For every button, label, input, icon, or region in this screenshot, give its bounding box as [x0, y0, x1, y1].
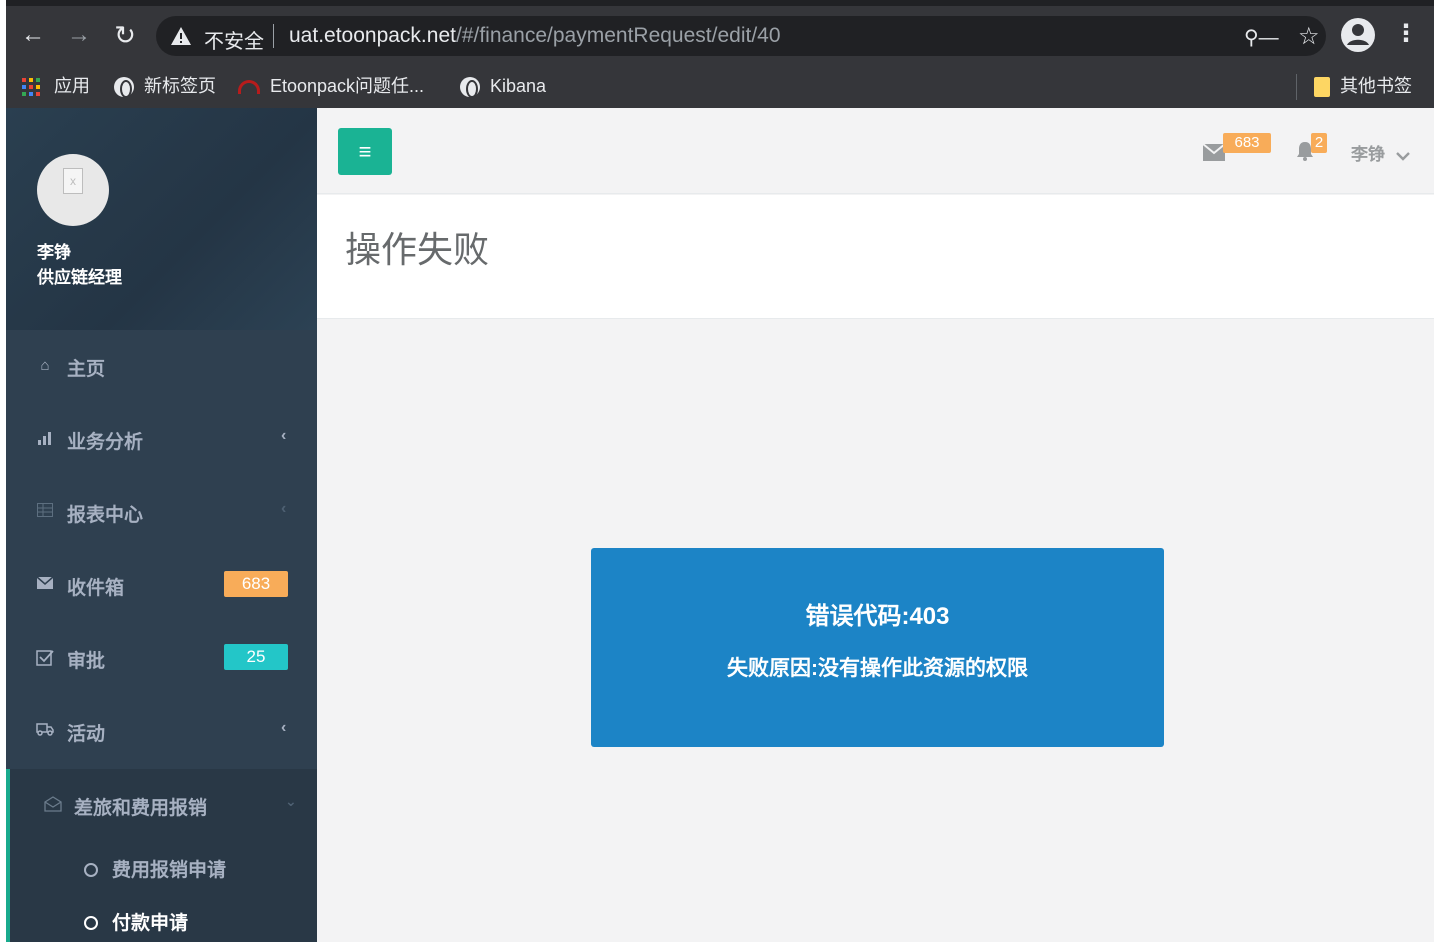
url-path: /#/finance/paymentRequest/edit/40 [455, 24, 781, 47]
top-navbar: ≡ 683 2 李铮 [317, 108, 1434, 194]
sidebar-item-label: 活动 [67, 724, 106, 745]
bookmarks-bar: 应用 新标签页 Etoonpack问题任... Kibana 其他书签 [6, 64, 1434, 108]
bookmark-label: 应用 [54, 76, 90, 96]
globe-icon [114, 77, 134, 99]
bookmark-kibana[interactable]: Kibana [460, 72, 546, 100]
notification-count-badge: 2 [1311, 133, 1327, 153]
folder-icon [1314, 77, 1330, 98]
sidebar-item-approval[interactable]: 审批 25 [6, 622, 317, 695]
reload-icon[interactable]: ↻ [110, 20, 140, 50]
chevron-down-icon: ⌄ [285, 793, 297, 809]
sidebar-item-inbox[interactable]: 收件箱 683 [6, 549, 317, 622]
sidebar-group-travel-expense: 差旅和费用报销 ⌄ 费用报销申请 付款申请 [6, 769, 317, 942]
envelope-open-icon [44, 796, 62, 814]
browser-chrome: ← → ↻ 不安全 uat.etoonpack.net/#/finance/pa… [6, 6, 1434, 108]
mail-icon[interactable] [1203, 144, 1225, 161]
sidebar-subitem-payment-request[interactable]: 付款申请 [84, 908, 188, 938]
profile-role: 供应链经理 [37, 268, 122, 287]
sidebar-item-label: 差旅和费用报销 [74, 798, 208, 819]
mail-count-badge: 683 [1223, 133, 1271, 153]
approval-count-badge: 25 [224, 644, 288, 670]
profile-name[interactable]: 李铮 [37, 238, 71, 263]
more-vert-icon[interactable]: ⋮ [1394, 20, 1418, 48]
sidebar-subitem-expense-claim[interactable]: 费用报销申请 [84, 855, 226, 885]
sidebar-item-business-analysis[interactable]: 业务分析 ‹ [6, 403, 317, 476]
sidebar-item-label: 审批 [67, 651, 106, 672]
key-icon[interactable]: ⚲— [1244, 25, 1279, 50]
sidebar-item-label: 业务分析 [67, 432, 144, 453]
hamburger-icon: ≡ [358, 139, 372, 164]
profile-panel: x 李铮 供应链经理 [6, 108, 317, 330]
insecure-label[interactable]: 不安全 [204, 25, 264, 54]
broken-image-icon: x [63, 168, 83, 194]
profile-icon[interactable] [1340, 17, 1376, 53]
circle-icon [84, 916, 98, 930]
address-bar[interactable]: 不安全 uat.etoonpack.net/#/finance/paymentR… [156, 16, 1326, 56]
sidebar-item-activity[interactable]: 活动 ‹ [6, 695, 317, 768]
sidebar-item-label: 主页 [67, 359, 106, 380]
page-title: 操作失败 [345, 229, 490, 270]
bookmarks-divider [1296, 74, 1297, 100]
sidebar-subitem-label: 费用报销申请 [112, 860, 227, 881]
apps-grid-icon [22, 78, 40, 97]
sidebar-item-home[interactable]: ⌂ 主页 [6, 330, 317, 403]
star-icon[interactable]: ☆ [1298, 22, 1320, 51]
forward-arrow-icon[interactable]: → [64, 20, 94, 50]
error-code: 错误代码:403 [805, 603, 950, 630]
sidebar-item-travel-expense[interactable]: 差旅和费用报销 ⌄ [10, 769, 317, 842]
etoonpack-icon [238, 80, 260, 95]
home-icon: ⌂ [40, 357, 50, 374]
bar-chart-icon [36, 430, 54, 448]
error-reason: 失败原因:没有操作此资源的权限 [727, 657, 1028, 680]
app-container: x 李铮 供应链经理 ⌂ 主页 业务分析 ‹ 报表中心 ‹ 收件箱 683 审批… [6, 108, 1434, 942]
warning-icon[interactable] [170, 26, 192, 46]
bookmark-other[interactable]: 其他书签 [1314, 72, 1412, 100]
url-host: uat.etoonpack.net [289, 24, 456, 47]
page-heading: 操作失败 [317, 195, 1434, 319]
sidebar-item-label: 报表中心 [67, 505, 144, 526]
bookmark-label: 新标签页 [144, 76, 216, 96]
sidebar-subitem-label: 付款申请 [112, 913, 189, 934]
chevron-left-icon: ‹ [281, 719, 287, 736]
envelope-icon [36, 576, 54, 594]
sidebar-item-label: 收件箱 [67, 578, 125, 599]
bookmark-label: Kibana [490, 76, 547, 96]
inbox-count-badge: 683 [224, 571, 288, 597]
globe-icon [460, 77, 480, 99]
bookmark-new-tab[interactable]: 新标签页 [114, 72, 216, 100]
circle-icon [84, 863, 98, 877]
sidebar-item-report-center[interactable]: 报表中心 ‹ [6, 476, 317, 549]
chevron-left-icon: ‹ [281, 500, 287, 517]
chevron-down-icon [1395, 151, 1410, 161]
table-icon [36, 503, 54, 521]
url-separator [273, 24, 274, 48]
error-panel: 错误代码:403 失败原因:没有操作此资源的权限 [591, 548, 1164, 747]
bookmark-apps[interactable]: 应用 [22, 72, 90, 100]
user-dropdown-label: 李铮 [1351, 145, 1385, 164]
truck-icon [36, 722, 54, 740]
chevron-left-icon: ‹ [281, 427, 287, 444]
bookmark-label: Etoonpack问题任... [270, 76, 425, 96]
bookmark-etoonpack[interactable]: Etoonpack问题任... [238, 72, 424, 100]
url-text[interactable]: uat.etoonpack.net/#/finance/paymentReque… [289, 24, 781, 48]
sidebar: x 李铮 供应链经理 ⌂ 主页 业务分析 ‹ 报表中心 ‹ 收件箱 683 审批… [6, 108, 317, 942]
bookmark-label: 其他书签 [1340, 76, 1412, 96]
browser-toolbar: ← → ↻ 不安全 uat.etoonpack.net/#/finance/pa… [6, 6, 1434, 64]
avatar[interactable]: x [37, 154, 109, 226]
check-square-icon [36, 649, 54, 667]
user-dropdown[interactable]: 李铮 [1351, 140, 1410, 165]
sidebar-menu: ⌂ 主页 业务分析 ‹ 报表中心 ‹ 收件箱 683 审批 25 活动 ‹ [6, 330, 317, 768]
menu-toggle-button[interactable]: ≡ [338, 128, 392, 175]
back-arrow-icon[interactable]: ← [18, 20, 48, 50]
